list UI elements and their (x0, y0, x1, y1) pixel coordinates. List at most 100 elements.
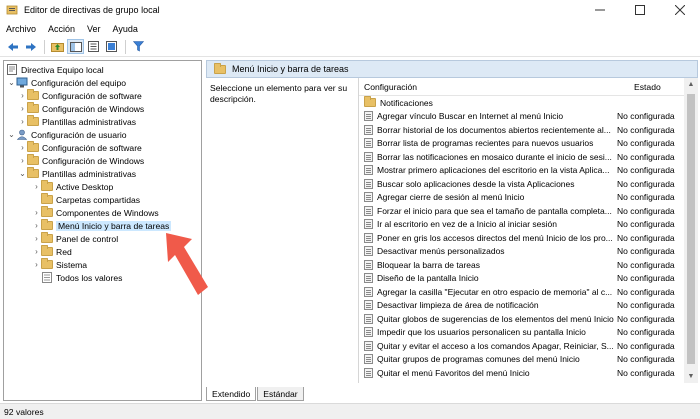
folder-icon (27, 89, 39, 100)
tab-extendido[interactable]: Extendido (206, 387, 257, 401)
table-row[interactable]: Ir al escritorio en vez de a Inicio al i… (359, 218, 685, 232)
row-state: No configurada (617, 259, 675, 270)
tree-label: Configuración de Windows (42, 155, 145, 166)
table-row[interactable]: Agregar vínculo Buscar en Internet al me… (359, 110, 685, 124)
row-name: Quitar globos de sugerencias de los elem… (377, 313, 614, 324)
chevron-right-icon[interactable]: › (32, 221, 41, 230)
tree-label: Sistema (56, 259, 88, 270)
table-row[interactable]: Borrar las notificaciones en mosaico dur… (359, 150, 685, 164)
row-state: No configurada (617, 165, 675, 176)
row-name: Desactivar menús personalizados (377, 246, 505, 257)
table-row[interactable]: Quitar y evitar el acceso a los comandos… (359, 339, 685, 353)
row-name: Quitar grupos de programas comunes del m… (377, 354, 580, 365)
tree-item-user-software[interactable]: › Configuración de software (18, 141, 142, 154)
close-button[interactable] (660, 0, 700, 20)
tree-label: Componentes de Windows (56, 207, 159, 218)
filter-icon (133, 41, 144, 52)
table-row[interactable]: Desactivar limpieza de área de notificac… (359, 299, 685, 313)
tree-item-user-admin-templates[interactable]: ⌄ Plantillas administrativas (18, 167, 136, 180)
chevron-right-icon[interactable]: › (18, 143, 27, 152)
table-row[interactable]: Quitar grupos de programas comunes del m… (359, 353, 685, 367)
chevron-right-icon[interactable]: › (32, 182, 41, 191)
table-row[interactable]: Buscar solo aplicaciones desde la vista … (359, 177, 685, 191)
table-row[interactable]: Impedir que los usuarios personalicen su… (359, 326, 685, 340)
show-hide-tree-button[interactable] (67, 39, 84, 54)
chevron-right-icon[interactable]: › (18, 156, 27, 165)
menu-ayuda[interactable]: Ayuda (107, 24, 144, 34)
chevron-right-icon[interactable]: › (18, 104, 27, 113)
folder-icon (27, 102, 39, 113)
row-state: No configurada (617, 192, 675, 203)
chevron-right-icon[interactable]: › (32, 247, 41, 256)
table-row[interactable]: Borrar historial de los documentos abier… (359, 123, 685, 137)
help-button[interactable] (103, 39, 120, 54)
menu-archivo[interactable]: Archivo (0, 24, 42, 34)
table-row[interactable]: Quitar globos de sugerencias de los elem… (359, 312, 685, 326)
chevron-right-icon[interactable]: › (32, 260, 41, 269)
vertical-scrollbar[interactable]: ▲ ▼ (684, 78, 698, 383)
column-header-config[interactable]: Configuración (364, 82, 417, 92)
table-row[interactable]: Diseño de la pantalla Inicio No configura… (359, 272, 685, 286)
chevron-right-icon[interactable]: › (32, 208, 41, 217)
export-list-button[interactable] (85, 39, 102, 54)
tree-label: Plantillas administrativas (42, 168, 137, 179)
tree-item-computer-software[interactable]: › Configuración de software (18, 89, 142, 102)
table-row[interactable]: Borrar lista de programas recientes para… (359, 137, 685, 151)
row-name: Notificaciones (380, 97, 433, 108)
tree-item-user-windows[interactable]: › Configuración de Windows (18, 154, 144, 167)
forward-button[interactable] (22, 39, 39, 54)
column-header-state[interactable]: Estado (634, 82, 661, 92)
back-button[interactable] (4, 39, 21, 54)
tree-item-shared-folders[interactable]: Carpetas compartidas (32, 193, 140, 206)
row-name: Agregar vínculo Buscar en Internet al me… (377, 111, 564, 122)
tree-item-windows-components[interactable]: › Componentes de Windows (32, 206, 159, 219)
table-row[interactable]: Bloquear la barra de tareas No configurad… (359, 258, 685, 272)
chevron-right-icon[interactable]: › (18, 91, 27, 100)
scroll-thumb[interactable] (687, 94, 695, 364)
tree-item-computer-windows[interactable]: › Configuración de Windows (18, 102, 144, 115)
tree-item-network[interactable]: › Red (32, 245, 72, 258)
tree-item-computer-admin-templates[interactable]: › Plantillas administrativas (18, 115, 136, 128)
table-row[interactable]: Quitar el menú Favoritos del menú Inicio… (359, 366, 685, 380)
tree-item-start-menu-taskbar[interactable]: › Menú Inicio y barra de tareas (32, 219, 172, 232)
row-state: No configurada (617, 273, 675, 284)
menu-ver[interactable]: Ver (81, 24, 107, 34)
chevron-right-icon[interactable]: › (32, 234, 41, 243)
tree-root[interactable]: Directiva Equipo local (6, 63, 104, 76)
list-item-folder[interactable]: Notificaciones (359, 96, 685, 110)
table-row[interactable]: Agregar la casilla "Ejecutar en otro esp… (359, 285, 685, 299)
scroll-down-icon[interactable]: ▼ (684, 370, 698, 383)
menu-accion[interactable]: Acción (42, 24, 81, 34)
table-row[interactable]: Mostrar primero aplicaciones del escrito… (359, 164, 685, 178)
policy-setting-icon (364, 259, 373, 270)
chevron-down-icon[interactable]: ⌄ (18, 169, 27, 178)
table-row[interactable]: Agregar cierre de sesión al menú Inicio N… (359, 191, 685, 205)
maximize-button[interactable] (620, 0, 660, 20)
tree-computer-config[interactable]: ⌄ Configuración del equipo (7, 76, 126, 89)
tree-item-control-panel[interactable]: › Panel de control (32, 232, 118, 245)
arrow-left-icon (7, 42, 18, 51)
chevron-down-icon[interactable]: ⌄ (7, 78, 16, 87)
list-header: Configuración Estado (359, 78, 685, 96)
row-state: No configurada (617, 286, 675, 297)
tree-user-config[interactable]: ⌄ Configuración de usuario (7, 128, 127, 141)
row-state: No configurada (617, 232, 675, 243)
table-row[interactable]: Forzar el inicio para que sea el tamaño … (359, 204, 685, 218)
table-row[interactable]: Desactivar menús personalizados No config… (359, 245, 685, 259)
chevron-right-icon[interactable]: › (18, 117, 27, 126)
tree-item-system[interactable]: › Sistema (32, 258, 87, 271)
chevron-down-icon[interactable]: ⌄ (7, 130, 16, 139)
policy-setting-icon (364, 124, 373, 135)
export-list-icon (87, 41, 99, 52)
tree-item-active-desktop[interactable]: › Active Desktop (32, 180, 113, 193)
scroll-up-icon[interactable]: ▲ (684, 78, 698, 91)
toolbar-separator (125, 39, 126, 54)
policy-setting-icon (364, 273, 373, 284)
tab-estandar[interactable]: Estándar (257, 387, 304, 401)
settings-list-icon (42, 272, 52, 283)
table-row[interactable]: Poner en gris los accesos directos del m… (359, 231, 685, 245)
tree-item-all-settings[interactable]: Todos los valores (32, 271, 122, 284)
up-folder-button[interactable] (49, 39, 66, 54)
filter-button[interactable] (130, 39, 147, 54)
minimize-button[interactable] (580, 0, 620, 20)
